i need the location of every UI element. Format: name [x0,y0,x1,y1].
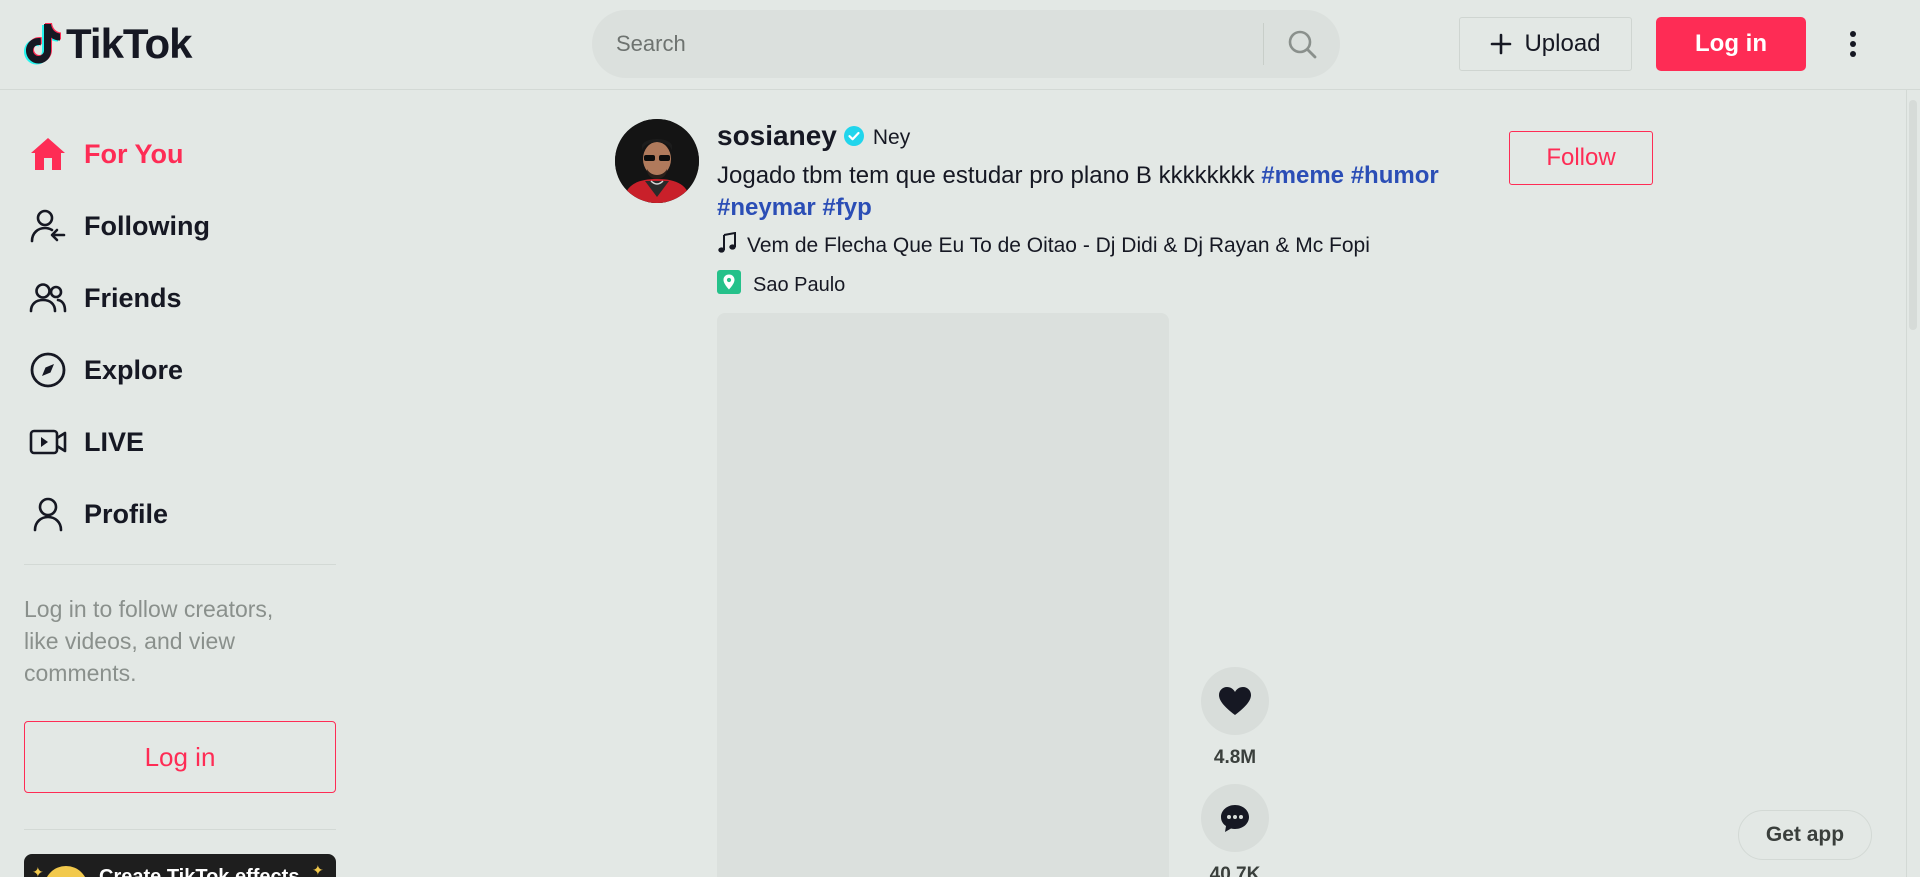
create-effects-banner[interactable]: ✦ Create TikTok effects ✦ [24,854,336,877]
sparkle-icon: ✦ [32,864,44,877]
sidebar-item-live[interactable]: LIVE [24,406,336,478]
home-icon [24,130,72,178]
comment-button[interactable] [1201,784,1269,852]
post-caption: Jogado tbm tem que estudar pro plano B k… [717,160,1477,224]
tiktok-logo[interactable]: TikTok [24,20,192,68]
like-count: 4.8M [1213,747,1257,768]
plus-icon [1491,33,1512,55]
location-pin-icon [717,270,741,300]
search-button[interactable] [1264,10,1340,78]
video-player[interactable] [717,313,1169,877]
search-input[interactable] [592,10,1263,78]
profile-icon [24,490,72,538]
header-login-button[interactable]: Log in [1656,17,1806,71]
top-header: TikTok Upload Log in [0,0,1920,90]
follow-button[interactable]: Follow [1509,131,1653,185]
comment-count: 40.7K [1209,864,1261,877]
hashtag-link[interactable]: #humor [1351,162,1439,189]
more-menu-button[interactable] [1838,24,1868,64]
sidebar-item-label: LIVE [84,426,145,457]
hashtag-link[interactable]: #meme [1261,162,1344,189]
like-action: 4.8M [1200,667,1270,769]
hashtag-link[interactable]: #fyp [822,194,871,221]
caption-text: Jogado tbm tem que estudar pro plano B k… [717,162,1262,189]
author-username[interactable]: sosianey [717,120,837,152]
sidebar-item-explore[interactable]: Explore [24,334,336,406]
sidebar-item-friends[interactable]: Friends [24,262,336,334]
music-note-icon [717,231,737,260]
sidebar-item-label: For You [84,138,184,169]
get-app-button[interactable]: Get app [1738,810,1872,860]
sidebar: For You Following Friends Explore LIVE P… [24,118,336,877]
sidebar-login-button[interactable]: Log in [24,721,336,793]
vertical-dots-icon [1850,31,1856,57]
search-icon [1288,30,1317,59]
sidebar-item-label: Friends [84,282,182,313]
heart-icon [1219,687,1251,715]
following-icon [24,202,72,250]
sidebar-divider [24,829,336,830]
sidebar-item-for-you[interactable]: For You [24,118,336,190]
sidebar-item-profile[interactable]: Profile [24,478,336,550]
like-button[interactable] [1201,667,1269,735]
friends-icon [24,274,72,322]
tiktok-note-icon [24,23,61,65]
scrollbar-thumb[interactable] [1909,100,1917,330]
comment-icon [1221,805,1249,832]
location-name: Sao Paulo [753,273,846,296]
upload-label: Upload [1524,30,1601,57]
effects-coin-icon [44,866,88,877]
compass-icon [24,346,72,394]
sidebar-item-label: Profile [84,498,169,529]
author-avatar[interactable] [615,119,699,203]
upload-button[interactable]: Upload [1459,17,1632,71]
post-info: sosianey Ney Jogado tbm tem que estudar … [717,120,1477,300]
logo-text: TikTok [66,20,192,67]
author-line: sosianey Ney [717,120,1477,152]
effects-banner-text: Create TikTok effects [99,866,300,877]
live-icon [24,418,72,466]
avatar-image [615,119,699,203]
location-link[interactable]: Sao Paulo [717,270,1477,300]
search-bar [592,10,1340,78]
sidebar-item-label: Explore [84,354,184,385]
music-link[interactable]: Vem de Flecha Que Eu To de Oitao - Dj Di… [717,231,1477,260]
sidebar-item-label: Following [84,210,210,241]
sparkle-icon: ✦ [312,862,324,877]
sidebar-item-following[interactable]: Following [24,190,336,262]
music-title: Vem de Flecha Que Eu To de Oitao - Dj Di… [747,234,1370,257]
verified-badge-icon [843,125,865,147]
author-nickname: Ney [872,126,911,149]
comment-action: 40.7K [1200,784,1270,877]
sidebar-divider [24,564,336,565]
hashtag-link[interactable]: #neymar [717,194,816,221]
login-prompt-text: Log in to follow creators, like videos, … [24,596,274,686]
